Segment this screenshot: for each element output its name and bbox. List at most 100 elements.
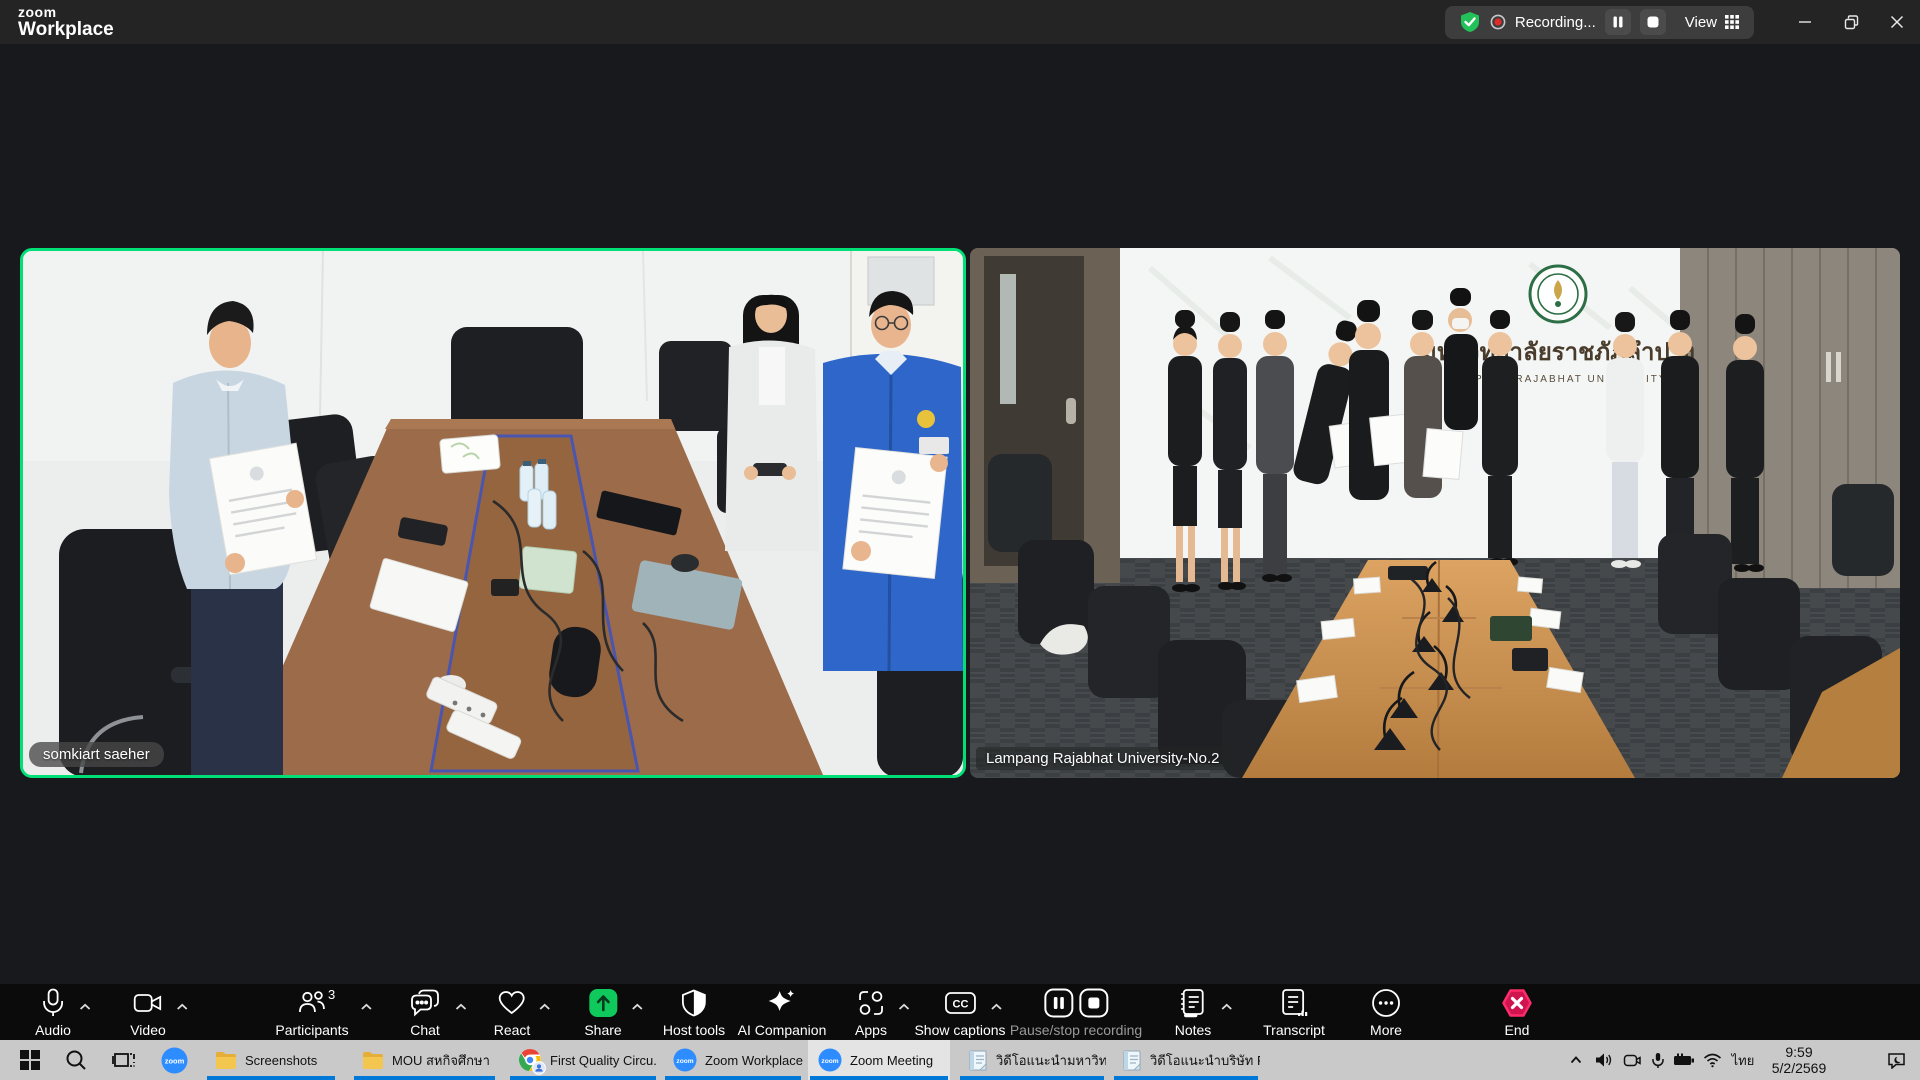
transcript-button[interactable]: Transcript	[1263, 984, 1325, 1040]
share-button[interactable]: Share	[584, 984, 621, 1040]
action-center-icon[interactable]	[1876, 1040, 1916, 1080]
react-options-chevron[interactable]	[539, 999, 551, 1014]
zoom-meeting-window: zoom Workplace Recording...	[0, 0, 1920, 1080]
video-tile-somkiart[interactable]: somkiart saeher	[20, 248, 966, 778]
recording-pill: Recording... View	[1445, 6, 1754, 39]
react-button[interactable]: React	[494, 984, 531, 1040]
right-video-scene: มหาวิทยาลัยราชภัฏลำปาง LAMPANG RAJABHAT …	[970, 248, 1900, 778]
video-options-chevron[interactable]	[176, 999, 188, 1014]
task-view-button[interactable]	[102, 1040, 146, 1080]
ai-companion-button[interactable]: AI Companion	[738, 984, 827, 1040]
recording-status-text: Recording...	[1515, 14, 1596, 31]
wifi-icon[interactable]	[1698, 1040, 1726, 1080]
svg-text:CC: CC	[952, 998, 968, 1010]
svg-text:zoom: zoom	[676, 1058, 693, 1065]
captions-options-chevron[interactable]	[990, 999, 1002, 1014]
video-tile-lampang[interactable]: มหาวิทยาลัยราชภัฏลำปาง LAMPANG RAJABHAT …	[970, 248, 1900, 778]
zoom-pinned-icon[interactable]: zoom	[152, 1040, 196, 1080]
apps-button[interactable]: Apps	[855, 984, 887, 1040]
apps-icon	[857, 989, 885, 1020]
start-button[interactable]	[8, 1040, 52, 1080]
participants-count-badge: 3	[328, 987, 335, 1002]
view-label: View	[1685, 14, 1717, 31]
notes-icon	[1179, 988, 1207, 1021]
chat-options-chevron[interactable]	[455, 999, 467, 1014]
titlebar: zoom Workplace Recording...	[0, 0, 1920, 44]
svg-text:zoom: zoom	[164, 1056, 184, 1065]
ai-sparkle-icon	[767, 988, 797, 1021]
zoom-workplace-logo: zoom Workplace	[0, 5, 114, 40]
taskbar-app-chrome[interactable]: First Quality Circu...	[508, 1040, 658, 1080]
microphone-icon	[40, 988, 66, 1021]
end-call-icon	[1501, 988, 1533, 1021]
view-button[interactable]: View	[1685, 14, 1740, 31]
zoom-app-icon: zoom	[673, 1048, 697, 1072]
participants-options-chevron[interactable]	[360, 999, 372, 1014]
participants-icon	[297, 989, 327, 1020]
camera-icon	[133, 991, 163, 1018]
pause-stop-recording-button[interactable]: Pause/stop recording	[1010, 984, 1142, 1040]
chat-button[interactable]: Chat	[410, 984, 440, 1040]
close-window-button[interactable]	[1874, 0, 1920, 44]
clock[interactable]: 9:59 5/2/2569	[1760, 1040, 1838, 1080]
chat-bubble-icon	[410, 989, 440, 1020]
more-button[interactable]: More	[1370, 984, 1402, 1040]
participants-button[interactable]: 3 Participants	[275, 984, 348, 1040]
left-video-scene	[23, 251, 963, 775]
audio-options-chevron[interactable]	[79, 999, 91, 1014]
taskbar-app-zoom-workplace[interactable]: zoom Zoom Workplace	[663, 1040, 803, 1080]
heart-icon	[498, 990, 526, 1019]
meeting-stage: somkiart saeher	[0, 44, 1920, 984]
taskbar-app-notepad-university[interactable]: วิดีโอแนะนำมหาวิทย...	[958, 1040, 1106, 1080]
camera-tray-icon[interactable]	[1618, 1040, 1646, 1080]
notes-options-chevron[interactable]	[1221, 999, 1233, 1014]
minimize-button[interactable]	[1782, 0, 1828, 44]
battery-icon[interactable]	[1669, 1040, 1699, 1080]
taskbar-app-zoom-meeting[interactable]: zoom Zoom Meeting	[808, 1040, 950, 1080]
language-indicator[interactable]: ไทย	[1726, 1040, 1760, 1080]
share-options-chevron[interactable]	[631, 999, 643, 1014]
taskbar-app-screenshots[interactable]: Screenshots	[205, 1040, 337, 1080]
apps-options-chevron[interactable]	[898, 999, 910, 1014]
video-button[interactable]: Video	[130, 984, 166, 1040]
folder-icon	[215, 1051, 237, 1069]
recording-dot-icon	[1490, 14, 1506, 30]
windows-taskbar: zoom Screenshots MOU สหกิจศึกษา	[0, 1040, 1920, 1080]
volume-icon[interactable]	[1590, 1040, 1618, 1080]
taskbar-app-notepad-company[interactable]: วิดีโอแนะนำบริษัท Fi...	[1112, 1040, 1260, 1080]
audio-button[interactable]: Audio	[35, 984, 71, 1040]
notes-button[interactable]: Notes	[1175, 984, 1212, 1040]
shield-icon	[681, 989, 707, 1020]
host-tools-button[interactable]: Host tools	[663, 984, 725, 1040]
tray-time: 9:59	[1785, 1044, 1812, 1060]
tray-date: 5/2/2569	[1772, 1060, 1827, 1076]
microphone-tray-icon[interactable]	[1645, 1040, 1671, 1080]
pause-recording-icon[interactable]	[1044, 988, 1074, 1021]
more-ellipsis-icon	[1371, 988, 1401, 1021]
logo-zoom-text: zoom	[18, 5, 114, 19]
meeting-toolbar: Audio Video	[0, 984, 1920, 1040]
maximize-restore-button[interactable]	[1828, 0, 1874, 44]
logo-workplace-text: Workplace	[18, 19, 114, 40]
show-captions-button[interactable]: CC Show captions	[914, 984, 1005, 1040]
transcript-icon	[1280, 988, 1308, 1021]
participant-name-label: somkiart saeher	[29, 742, 164, 767]
hidden-icons-chevron[interactable]	[1562, 1040, 1590, 1080]
participant-name-label: Lampang Rajabhat University-No.2	[976, 747, 1229, 770]
notepad-icon	[1122, 1049, 1142, 1071]
view-grid-icon	[1724, 14, 1740, 30]
stop-recording-icon[interactable]	[1079, 988, 1109, 1021]
notepad-icon	[968, 1049, 988, 1071]
stop-recording-button[interactable]	[1640, 9, 1666, 35]
zoom-app-icon: zoom	[818, 1048, 842, 1072]
folder-icon	[362, 1051, 384, 1069]
closed-captions-icon: CC	[944, 991, 976, 1018]
pause-recording-button[interactable]	[1605, 9, 1631, 35]
security-shield-icon	[1459, 11, 1481, 33]
share-screen-icon	[588, 988, 618, 1021]
svg-text:zoom: zoom	[821, 1058, 838, 1065]
search-button[interactable]	[54, 1040, 98, 1080]
taskbar-app-mou-folder[interactable]: MOU สหกิจศึกษา	[352, 1040, 497, 1080]
chrome-icon	[518, 1048, 542, 1072]
end-meeting-button[interactable]: End	[1501, 984, 1533, 1040]
